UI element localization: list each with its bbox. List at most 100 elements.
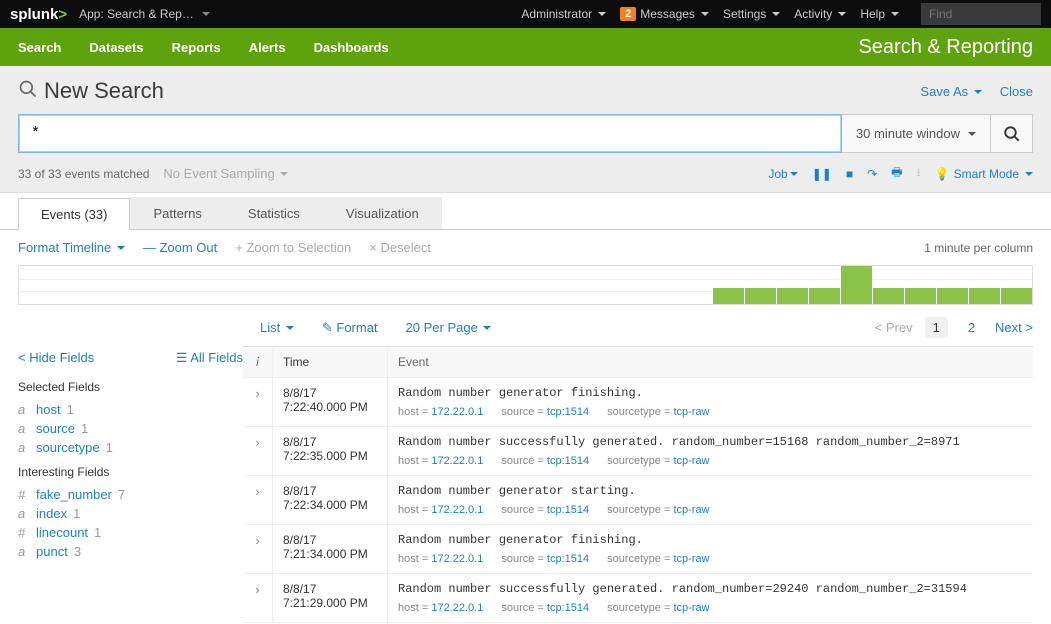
search-mode[interactable]: 💡Smart Mode: [935, 167, 1033, 181]
nav-alerts[interactable]: Alerts: [249, 40, 286, 55]
meta-sourcetype[interactable]: sourcetype = tcp-raw: [607, 602, 709, 614]
field-item[interactable]: #fake_number 7: [18, 485, 243, 504]
nav-search[interactable]: Search: [18, 40, 61, 55]
timeline-bar[interactable]: [808, 288, 840, 304]
top-menu: Administrator 2Messages Settings Activit…: [521, 3, 1041, 25]
timeline-bar[interactable]: [712, 288, 744, 304]
interesting-fields-title: Interesting Fields: [18, 465, 243, 479]
global-topbar: splunk> App: Search & Rep… Administrator…: [0, 0, 1051, 28]
share-icon[interactable]: ↷: [867, 167, 877, 181]
deselect: × Deselect: [369, 240, 431, 255]
expand-row-icon[interactable]: ›: [255, 484, 259, 499]
expand-row-icon[interactable]: ›: [255, 582, 259, 597]
messages-badge: 2: [620, 7, 636, 21]
meta-host[interactable]: host = 172.22.0.1: [398, 406, 483, 418]
field-type-icon: a: [18, 506, 30, 521]
timeline-bar[interactable]: [744, 288, 776, 304]
search-button[interactable]: [991, 114, 1033, 153]
meta-host[interactable]: host = 172.22.0.1: [398, 553, 483, 565]
logo: splunk>: [10, 6, 67, 23]
field-name: linecount: [36, 525, 88, 540]
meta-sourcetype[interactable]: sourcetype = tcp-raw: [607, 504, 709, 516]
field-count: 1: [81, 421, 88, 436]
timeline-bar[interactable]: [1000, 288, 1032, 304]
event-sampling[interactable]: No Event Sampling: [163, 166, 288, 181]
field-item[interactable]: ahost 1: [18, 400, 243, 419]
save-as-button[interactable]: Save As: [920, 84, 981, 99]
job-menu[interactable]: Job: [768, 167, 797, 181]
table-row: ›8/8/177:22:40.000 PMRandom number gener…: [243, 378, 1033, 427]
hide-fields[interactable]: < Hide Fields: [18, 350, 94, 366]
menu-messages[interactable]: 2Messages: [620, 7, 709, 21]
meta-source[interactable]: source = tcp:1514: [501, 602, 589, 614]
meta-sourcetype[interactable]: sourcetype = tcp-raw: [607, 455, 709, 467]
meta-source[interactable]: source = tcp:1514: [501, 504, 589, 516]
find-input[interactable]: [921, 3, 1041, 25]
stop-icon[interactable]: ■: [846, 167, 853, 181]
search-header: New Search Save As Close 30 minute windo…: [0, 66, 1051, 193]
pause-icon[interactable]: ❚❚: [812, 167, 832, 181]
meta-sourcetype[interactable]: sourcetype = tcp-raw: [607, 553, 709, 565]
menu-settings[interactable]: Settings: [723, 7, 780, 21]
timeline-bar[interactable]: [872, 288, 904, 304]
nav-datasets[interactable]: Datasets: [89, 40, 143, 55]
field-type-icon: a: [18, 440, 30, 455]
page-title: New Search: [44, 78, 164, 104]
meta-source[interactable]: source = tcp:1514: [501, 406, 589, 418]
nav-dashboards[interactable]: Dashboards: [314, 40, 389, 55]
tab-patterns[interactable]: Patterns: [130, 197, 224, 229]
export-icon[interactable]: ⭳: [916, 163, 920, 184]
field-count: 7: [118, 487, 125, 502]
timeline-bar[interactable]: [936, 288, 968, 304]
tab-statistics[interactable]: Statistics: [225, 197, 323, 229]
search-input[interactable]: [18, 114, 842, 153]
col-event: Event: [388, 347, 1033, 377]
field-item[interactable]: #linecount 1: [18, 523, 243, 542]
zoom-out[interactable]: — Zoom Out: [143, 240, 217, 255]
tab-visualization[interactable]: Visualization: [323, 197, 442, 229]
format-menu[interactable]: ✎ Format: [322, 320, 378, 336]
field-item[interactable]: asourcetype 1: [18, 438, 243, 457]
fields-sidebar: < Hide Fields ☰ All Fields Selected Fiel…: [18, 346, 243, 623]
menu-help[interactable]: Help: [860, 7, 899, 21]
list-view-picker[interactable]: List: [260, 320, 294, 335]
per-page-menu[interactable]: 20 Per Page: [406, 320, 492, 335]
field-item[interactable]: apunct 3: [18, 542, 243, 561]
meta-source[interactable]: source = tcp:1514: [501, 553, 589, 565]
all-fields[interactable]: ☰ All Fields: [176, 350, 243, 366]
expand-row-icon[interactable]: ›: [255, 435, 259, 450]
menu-activity[interactable]: Activity: [794, 7, 846, 21]
time-range-picker[interactable]: 30 minute window: [842, 114, 991, 153]
format-timeline[interactable]: Format Timeline: [18, 240, 125, 255]
next-page[interactable]: Next >: [995, 320, 1033, 335]
expand-row-icon[interactable]: ›: [255, 386, 259, 401]
col-time: Time: [273, 347, 388, 377]
timeline-bar[interactable]: [904, 288, 936, 304]
print-icon[interactable]: 🖶: [891, 163, 902, 184]
timeline-bar[interactable]: [840, 266, 872, 304]
expand-row-icon[interactable]: ›: [255, 533, 259, 548]
tab-events[interactable]: Events (33): [18, 198, 130, 230]
menu-administrator[interactable]: Administrator: [521, 7, 606, 21]
timeline-bar[interactable]: [968, 288, 1000, 304]
timeline-bar[interactable]: [776, 288, 808, 304]
meta-source[interactable]: source = tcp:1514: [501, 455, 589, 467]
col-info: i: [243, 347, 273, 377]
field-type-icon: a: [18, 544, 30, 559]
search-icon: [18, 79, 38, 104]
events-table: i Time Event ›8/8/177:22:40.000 PMRandom…: [243, 346, 1033, 623]
page-2[interactable]: 2: [960, 317, 983, 338]
page-1[interactable]: 1: [925, 317, 948, 338]
field-item[interactable]: aindex 1: [18, 504, 243, 523]
timeline-chart[interactable]: [18, 265, 1033, 305]
meta-host[interactable]: host = 172.22.0.1: [398, 504, 483, 516]
app-picker[interactable]: App: Search & Rep…: [79, 7, 210, 21]
close-button[interactable]: Close: [1000, 84, 1033, 99]
meta-sourcetype[interactable]: sourcetype = tcp-raw: [607, 406, 709, 418]
nav-reports[interactable]: Reports: [172, 40, 221, 55]
selected-fields-title: Selected Fields: [18, 380, 243, 394]
field-item[interactable]: asource 1: [18, 419, 243, 438]
meta-host[interactable]: host = 172.22.0.1: [398, 602, 483, 614]
meta-host[interactable]: host = 172.22.0.1: [398, 455, 483, 467]
event-time: 8/8/177:22:34.000 PM: [273, 476, 388, 524]
